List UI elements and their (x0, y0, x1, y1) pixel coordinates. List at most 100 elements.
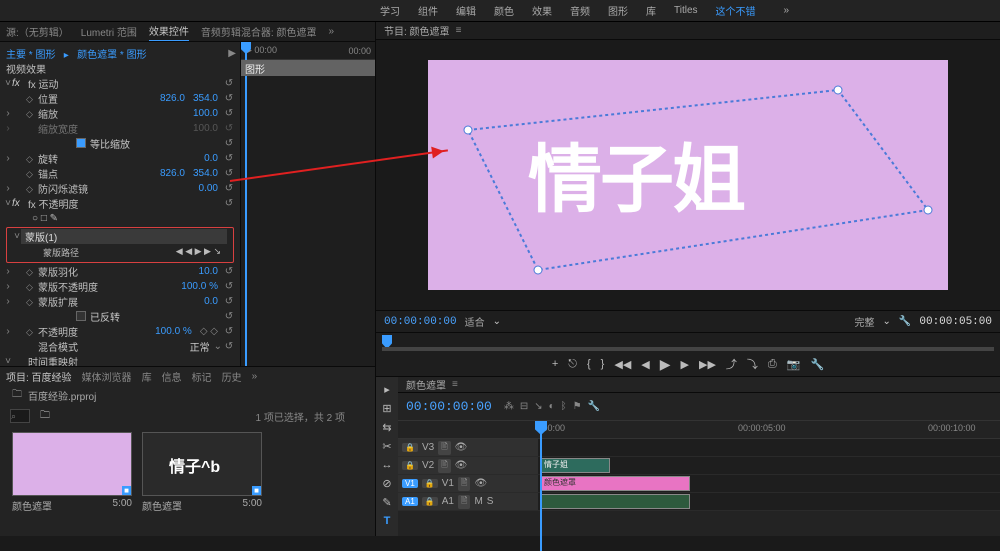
clip-v1[interactable]: 颜色遮罩 (540, 476, 690, 491)
timeline-ruler[interactable]: :00:00 00:00:05:00 00:00:10:00 (398, 421, 1000, 439)
in-icon[interactable]: { (587, 358, 591, 370)
nav-overflow-icon[interactable]: » (784, 5, 790, 16)
nav-edit[interactable]: 编辑 (456, 3, 476, 18)
dropdown-icon[interactable]: ⌄ (493, 316, 501, 327)
nav-assembly[interactable]: 组件 (418, 3, 438, 18)
type-tool-icon[interactable]: T (384, 515, 391, 527)
marker-icon[interactable]: ↘ (534, 401, 542, 412)
program-monitor[interactable]: 情子姐 (376, 40, 1000, 310)
effect-clip-bar[interactable]: 图形 (241, 60, 375, 76)
add-marker-icon[interactable]: + (552, 358, 558, 370)
track-v2[interactable]: 🔒V2🖹👁 情子姐 (398, 457, 1000, 475)
nav-color[interactable]: 颜色 (494, 3, 514, 18)
extract-icon[interactable]: ⤵ (747, 356, 758, 372)
fx-timeremap[interactable]: ˅ 时间重映射 (0, 354, 240, 366)
track-v1[interactable]: V1🔒V1🖹👁 颜色遮罩 (398, 475, 1000, 493)
nav-learn[interactable]: 学习 (380, 3, 400, 18)
prop-mask-opacity[interactable]: › 蒙版不透明度 100.0 % ↺ (0, 279, 240, 294)
mask-item[interactable]: ˅ 蒙版(1) 蒙版路径 ◀ ◀ ▶ ▶ ↘ (6, 227, 234, 263)
camera-icon[interactable]: 📷 (787, 358, 801, 371)
fx-opacity[interactable]: ˅fx fx 不透明度 ↺ (0, 196, 240, 211)
selection-tool-icon[interactable]: ▸ (384, 383, 390, 396)
tab-project[interactable]: 项目: 百度经验 (6, 369, 72, 384)
clip-breadcrumb: 主要 * 图形 ▸ 颜色遮罩 * 图形 ▶ (0, 46, 240, 61)
sync-icon[interactable]: ◐ (549, 401, 555, 412)
tab-markers[interactable]: 标记 (192, 369, 212, 384)
pen-icon[interactable]: ⊘ (382, 477, 391, 490)
tab-lib[interactable]: 库 (142, 369, 152, 384)
prop-antiflicker[interactable]: › 防闪烁滤镜 0.00 ↺ (0, 181, 240, 196)
sequence-name[interactable]: 颜色遮罩 (406, 377, 446, 392)
proj-tabs-overflow-icon[interactable]: » (252, 371, 258, 382)
mark-in-icon[interactable]: ⎋ (568, 358, 577, 371)
project-item[interactable]: 情子^b■ 颜色遮罩5:00 (142, 432, 262, 515)
prop-mask-expand[interactable]: › 蒙版扩展 0.0 ↺ (0, 294, 240, 309)
mask-path-row[interactable]: 蒙版路径 ◀ ◀ ▶ ▶ ↘ (9, 244, 231, 261)
ripple-icon[interactable]: ⇆ (382, 421, 391, 434)
prop-opacity-val[interactable]: › 不透明度 100.0 % ◇ ◇ ↺ (0, 324, 240, 339)
hand-icon[interactable]: ✎ (382, 496, 391, 509)
nav-custom[interactable]: 这个不错 (716, 3, 756, 18)
mask-shape-tools[interactable]: ○ □ ✎ (0, 211, 240, 226)
settings-icon[interactable]: 🔧 (588, 401, 600, 412)
nav-effects[interactable]: 效果 (532, 3, 552, 18)
button-editor-icon[interactable]: 🔧 (810, 358, 824, 371)
cc-icon[interactable]: ᛒ (561, 401, 567, 412)
play-icon[interactable]: ▶ (660, 356, 671, 373)
panel-menu-icon[interactable]: ≡ (452, 379, 458, 390)
prop-mask-feather[interactable]: › 蒙版羽化 10.0 ↺ (0, 264, 240, 279)
slip-icon[interactable]: ↔ (382, 459, 393, 471)
prop-uniform[interactable]: 等比缩放 ↺ (0, 136, 240, 151)
program-scrubber[interactable] (376, 332, 1000, 352)
tab-media[interactable]: 媒体浏览器 (82, 369, 132, 384)
nav-titles[interactable]: Titles (674, 5, 698, 16)
go-out-icon[interactable]: ▶▶ (699, 358, 716, 371)
fx-motion[interactable]: ˅fx fx 运动 ↺ (0, 76, 240, 91)
prop-position[interactable]: 位置 826.0 354.0 ↺ (0, 91, 240, 106)
clip-a1[interactable] (540, 494, 690, 509)
export-frame-icon[interactable]: ⎙ (768, 358, 777, 371)
tab-lumetri[interactable]: Lumetri 范围 (81, 24, 137, 39)
nav-audio[interactable]: 音频 (570, 3, 590, 18)
prop-blend[interactable]: 混合模式 正常 ⌄ ↺ (0, 339, 240, 354)
linked-icon[interactable]: ⊟ (520, 401, 528, 412)
out-icon[interactable]: } (601, 358, 605, 370)
current-timecode[interactable]: 00:00:00:00 (384, 316, 457, 328)
snap-icon[interactable]: ⁂ (504, 401, 514, 412)
mask-outline[interactable] (458, 90, 938, 280)
playhead-icon[interactable] (540, 421, 542, 551)
nav-library[interactable]: 库 (646, 3, 656, 18)
tab-history[interactable]: 历史 (222, 369, 242, 384)
lift-icon[interactable]: ⤴ (726, 356, 737, 372)
track-a1[interactable]: A1🔒A1🖹MS (398, 493, 1000, 511)
playhead-icon[interactable] (245, 42, 247, 366)
go-in-icon[interactable]: ◀◀ (614, 358, 631, 371)
tab-source[interactable]: 源:（无剪辑） (6, 24, 69, 39)
prop-scale[interactable]: › 缩放 100.0 ↺ (0, 106, 240, 121)
nav-graphics[interactable]: 图形 (608, 3, 628, 18)
new-bin-icon[interactable]: 🗀 (40, 408, 50, 425)
flag-icon[interactable]: ⚑ (573, 401, 582, 412)
prop-rotation[interactable]: › 旋转 0.0 ↺ (0, 151, 240, 166)
prop-anchor[interactable]: 锚点 826.0 354.0 ↺ (0, 166, 240, 181)
settings-icon[interactable]: 🔧 (899, 316, 911, 327)
step-fwd-icon[interactable]: ▶ (681, 358, 689, 371)
source-tabs-overflow-icon[interactable]: » (328, 26, 334, 37)
tab-info[interactable]: 信息 (162, 369, 182, 384)
step-back-icon[interactable]: ◀ (641, 358, 649, 371)
clip-v2[interactable]: 情子姐 (540, 458, 610, 473)
timeline-timecode[interactable]: 00:00:00:00 (406, 399, 492, 414)
dropdown-icon[interactable]: ⌄ (883, 316, 891, 327)
tab-effect-controls[interactable]: 效果控件 (149, 23, 189, 41)
project-item[interactable]: ■ 颜色遮罩5:00 (12, 432, 132, 515)
track-select-icon[interactable]: ⊞ (382, 402, 391, 415)
search-input[interactable] (10, 409, 30, 423)
resolution[interactable]: 完整 (855, 314, 875, 329)
razor-icon[interactable]: ✂ (382, 440, 391, 453)
tab-audio-mixer[interactable]: 音频剪辑混合器: 颜色遮罩 (201, 24, 317, 39)
panel-menu-icon[interactable]: ≡ (456, 25, 462, 36)
prop-inverted[interactable]: 已反转 ↺ (0, 309, 240, 324)
effect-timeline[interactable]: ▶ 00:00 00:00 图形 (240, 42, 375, 366)
zoom-fit[interactable]: 适合 (465, 314, 485, 329)
track-v3[interactable]: 🔒V3🖹👁 (398, 439, 1000, 457)
